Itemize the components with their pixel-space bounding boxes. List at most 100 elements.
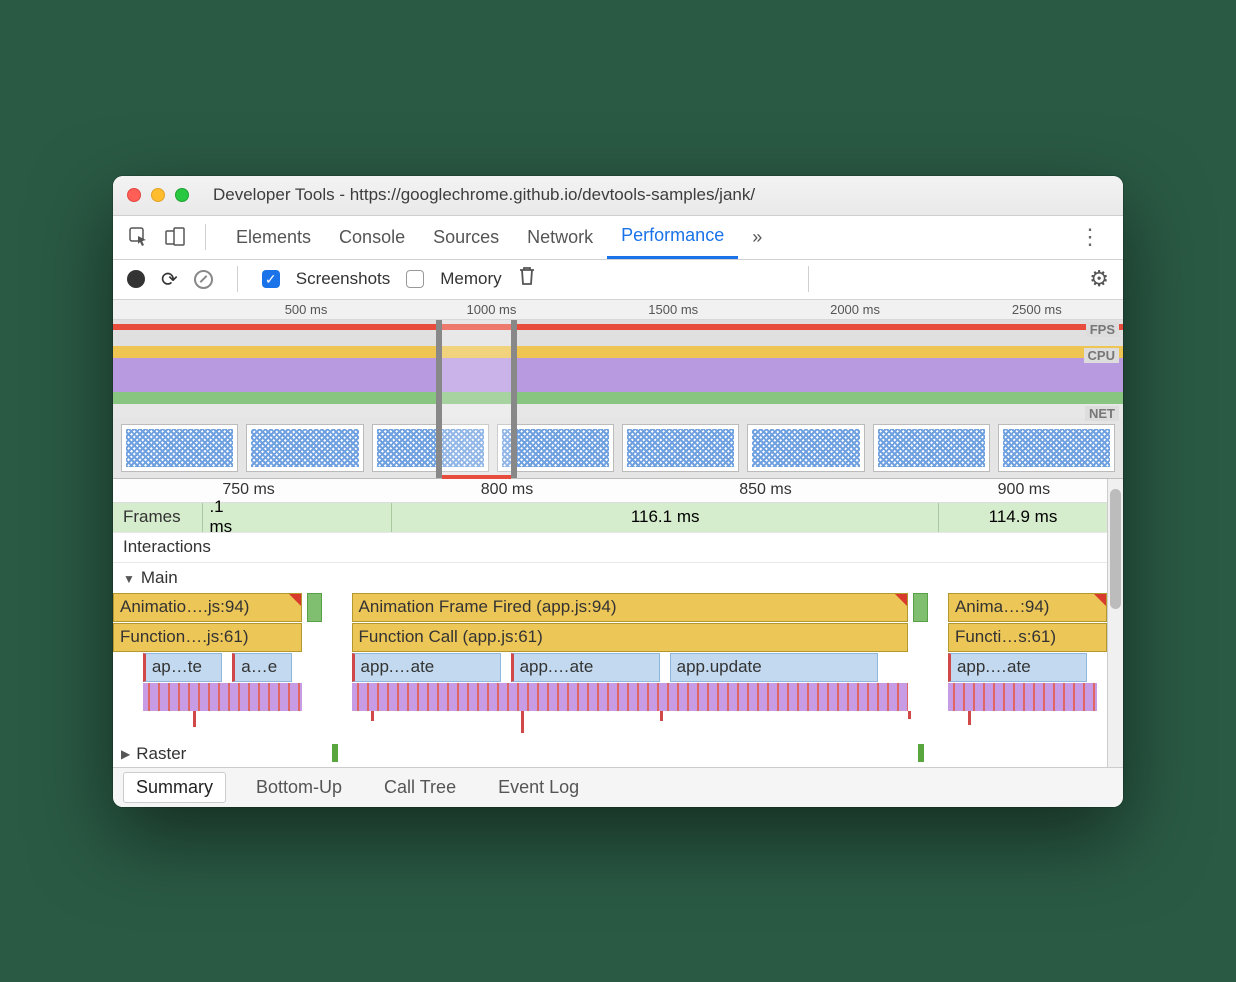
ruler-tick: 750 ms [222,481,274,499]
tab-performance[interactable]: Performance [607,215,738,259]
flame-bar[interactable]: app.…ate [352,653,501,682]
expand-icon[interactable]: ▶ [121,747,130,761]
reload-icon[interactable]: ⟳ [161,267,178,292]
flame-micro[interactable] [143,683,302,711]
flame-bar[interactable]: Animatio….js:94) [113,593,302,622]
inspect-element-icon[interactable] [125,223,153,251]
overview-ruler[interactable]: 500 ms1000 ms1500 ms2000 ms2500 ms [113,300,1123,320]
filmstrip-thumb[interactable] [121,424,238,472]
flame-bar[interactable]: Animation Frame Fired (app.js:94) [352,593,909,622]
flame-tail [968,711,971,725]
more-tabs-icon[interactable]: » [752,227,762,248]
fps-bar [113,324,1123,330]
record-button[interactable] [127,270,145,288]
trash-icon[interactable] [518,266,536,292]
frame-duration[interactable]: 114.9 ms [938,503,1107,532]
net-label: NET [1085,406,1119,421]
filmstrip-thumb[interactable] [747,424,864,472]
flame-bar[interactable]: Functi…s:61) [948,623,1107,652]
memory-checkbox[interactable] [406,270,424,288]
separator [205,224,206,250]
titlebar: Developer Tools - https://googlechrome.g… [113,176,1123,216]
flame-tail [193,711,196,727]
interactions-label: Interactions [113,537,221,557]
frames-row[interactable]: Frames .1 ms 116.1 ms114.9 ms [113,503,1107,533]
filmstrip[interactable] [113,418,1123,478]
ruler-tick: 2500 ms [1012,302,1062,317]
flame-bar[interactable]: app.…ate [511,653,660,682]
flame-bar[interactable]: Function….js:61) [113,623,302,652]
ruler-tick: 1000 ms [467,302,517,317]
window-controls [127,188,189,202]
bottom-tabs: Summary Bottom-Up Call Tree Event Log [113,767,1123,807]
frame-duration[interactable]: 116.1 ms [391,503,938,532]
flame-tail [371,711,374,721]
clear-icon[interactable] [194,270,213,289]
separator [237,266,238,292]
scrollbar[interactable] [1107,479,1123,767]
perf-toolbar: ⟳ ✓ Screenshots Memory ⚙ [113,260,1123,300]
filmstrip-thumb[interactable] [622,424,739,472]
bottom-tab-event-log[interactable]: Event Log [486,773,591,802]
tab-elements[interactable]: Elements [222,215,325,259]
screenshots-label: Screenshots [296,269,391,289]
collapse-icon[interactable]: ▼ [123,572,135,586]
ruler-tick: 800 ms [481,481,533,499]
flame-bar[interactable]: app.update [670,653,879,682]
tab-sources[interactable]: Sources [419,215,513,259]
overview-pane[interactable]: 500 ms1000 ms1500 ms2000 ms2500 ms FPS C… [113,300,1123,479]
flame-bar[interactable]: ap…te [143,653,223,682]
flame-chart[interactable]: Animatio….js:94) Animation Frame Fired (a… [113,593,1107,741]
fps-lane[interactable]: FPS [113,320,1123,346]
screenshots-checkbox[interactable]: ✓ [262,270,280,288]
overview-viewport[interactable] [436,320,517,478]
raster-bar[interactable] [918,744,924,762]
bottom-tab-call-tree[interactable]: Call Tree [372,773,468,802]
cpu-label: CPU [1084,348,1119,363]
flame-micro[interactable] [948,683,1097,711]
raster-row[interactable]: ▶ Raster [113,741,1107,767]
interactions-row[interactable]: Interactions [113,533,1107,563]
bottom-tab-summary[interactable]: Summary [123,772,226,803]
filmstrip-thumb[interactable] [998,424,1115,472]
flame-bar[interactable]: a…e [232,653,292,682]
flame-bar[interactable] [307,593,322,622]
flame-bar[interactable]: Anima…:94) [948,593,1107,622]
raster-bar[interactable] [332,744,338,762]
raster-label: Raster [136,744,186,764]
devtools-window: Developer Tools - https://googlechrome.g… [113,176,1123,807]
tab-network[interactable]: Network [513,215,607,259]
main-label: Main [141,568,178,587]
flame-tail [908,711,911,719]
device-toolbar-icon[interactable] [161,223,189,251]
cpu-lane[interactable]: CPU [113,346,1123,404]
bottom-tab-bottom-up[interactable]: Bottom-Up [244,773,354,802]
filmstrip-thumb[interactable] [246,424,363,472]
close-icon[interactable] [127,188,141,202]
ruler-tick: 900 ms [998,481,1050,499]
flame-bar[interactable]: Function Call (app.js:61) [352,623,909,652]
minimize-icon[interactable] [151,188,165,202]
main-row-header[interactable]: ▼ Main [113,563,1107,593]
settings-icon[interactable]: ⚙ [1089,266,1109,292]
tab-console[interactable]: Console [325,215,419,259]
zoom-icon[interactable] [175,188,189,202]
frames-label: Frames [113,507,189,527]
frame-duration[interactable]: .1 ms [202,503,222,532]
detail-ruler[interactable]: 750 ms 800 ms 850 ms 900 ms [113,479,1107,503]
ruler-tick: 500 ms [285,302,328,317]
separator [808,266,809,292]
panel-tabs: ElementsConsoleSourcesNetworkPerformance… [113,216,1123,260]
scrollbar-thumb[interactable] [1110,489,1121,609]
flame-bar[interactable] [913,593,928,622]
memory-label: Memory [440,269,501,289]
flame-tail [660,711,663,721]
ruler-tick: 850 ms [739,481,791,499]
filmstrip-thumb[interactable] [873,424,990,472]
net-lane[interactable]: NET [113,404,1123,418]
flame-micro[interactable] [352,683,909,711]
flame-bar[interactable]: app.…ate [948,653,1087,682]
ruler-tick: 2000 ms [830,302,880,317]
menu-icon[interactable]: ⋮ [1069,224,1111,250]
window-title: Developer Tools - https://googlechrome.g… [213,185,755,205]
